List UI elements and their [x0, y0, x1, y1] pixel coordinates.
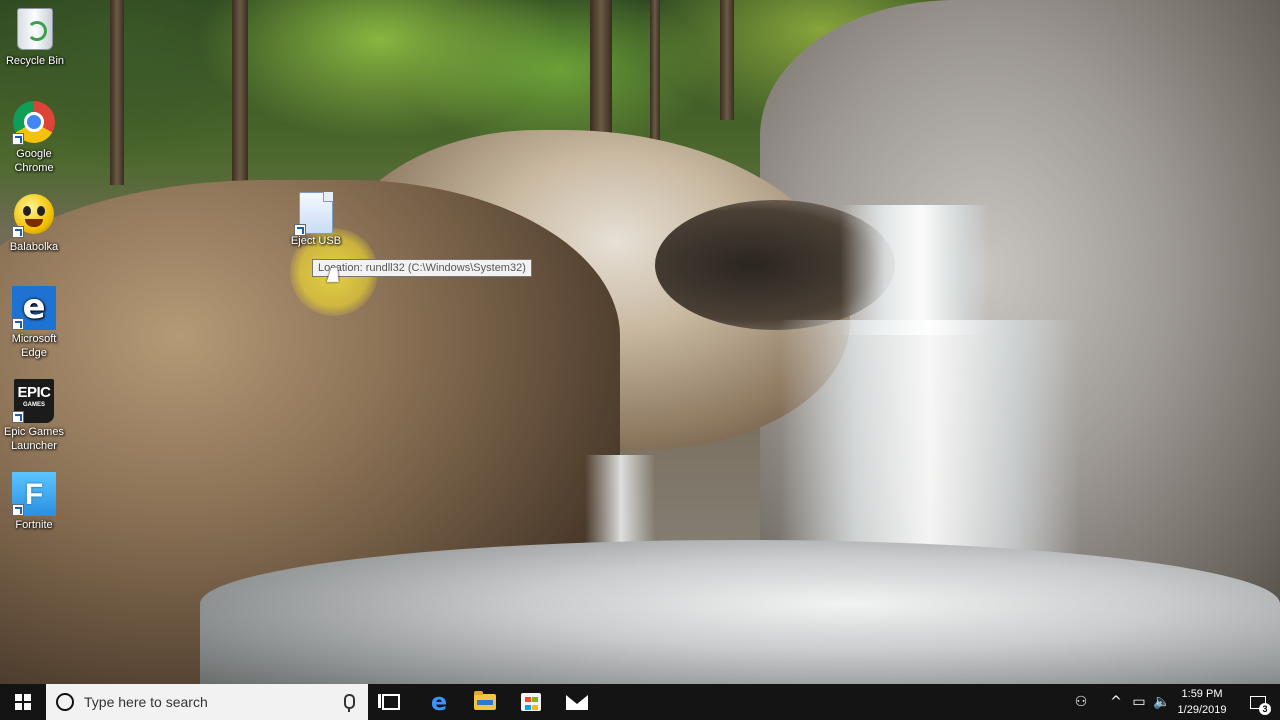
people-button[interactable]: ⚇	[1066, 684, 1096, 720]
microphone-icon[interactable]	[344, 694, 355, 712]
desktop-wallpaper	[0, 0, 1280, 684]
taskbar-mail-button[interactable]	[554, 684, 600, 720]
network-icon: ▭	[1132, 694, 1146, 710]
start-button[interactable]	[0, 684, 46, 720]
clock-date: 1/29/2019	[1177, 704, 1227, 716]
shortcut-arrow-icon	[12, 318, 24, 330]
store-bag-icon	[521, 693, 541, 711]
desktop-icon-label: Fortnite	[15, 519, 53, 531]
desktop-icon-label: Microsoft Edge	[11, 333, 57, 359]
icon-tooltip: Location: rundll32 (C:\Windows\System32)	[312, 259, 532, 277]
tree-trunk	[232, 0, 248, 190]
shortcut-arrow-icon	[12, 226, 24, 238]
taskbar: Type here to search e ⚇ ^ ▭ 🔈 1:59 PM 1/…	[0, 684, 1280, 720]
windows-logo-icon	[15, 694, 31, 710]
desktop-icon-label: Epic Games Launcher	[4, 426, 64, 452]
desktop-icon-microsoft-edge[interactable]: e Microsoft Edge	[0, 286, 72, 360]
taskbar-clock[interactable]: 1:59 PM 1/29/2019	[1170, 686, 1234, 718]
desktop-icon-label: Recycle Bin	[5, 55, 65, 67]
people-icon: ⚇	[1074, 694, 1088, 710]
speaker-icon: 🔈	[1153, 694, 1171, 710]
notification-badge: 3	[1259, 702, 1271, 715]
action-center-button[interactable]: 3	[1236, 684, 1280, 720]
taskbar-search-box[interactable]: Type here to search	[46, 684, 368, 720]
desktop-icon-label: Google Chrome	[14, 148, 54, 174]
shortcut-arrow-icon	[294, 224, 306, 236]
recycle-bin-icon	[13, 8, 57, 52]
search-placeholder: Type here to search	[84, 694, 208, 710]
balabolka-icon	[12, 194, 56, 238]
tree-trunk	[110, 0, 124, 185]
taskbar-edge-button[interactable]: e	[416, 684, 462, 720]
waterfall-upper	[840, 205, 990, 335]
tree-trunk	[590, 0, 612, 145]
tree-trunk	[720, 0, 734, 120]
desktop-icon-recycle-bin[interactable]: Recycle Bin	[0, 8, 73, 68]
desktop-icon-eject-usb[interactable]: Eject USB	[278, 192, 354, 248]
notification-icon: 3	[1250, 695, 1271, 715]
shortcut-arrow-icon	[12, 133, 24, 145]
folder-icon	[474, 691, 496, 710]
task-view-icon	[378, 694, 400, 710]
epic-games-icon: EPIC GAMES	[12, 379, 56, 423]
shortcut-arrow-icon	[12, 411, 24, 423]
network-button[interactable]: ▭	[1128, 684, 1150, 720]
shortcut-arrow-icon	[12, 504, 24, 516]
show-hidden-icons-button[interactable]: ^	[1104, 684, 1128, 720]
desktop-icon-fortnite[interactable]: F Fortnite	[0, 472, 72, 532]
desktop-icon-google-chrome[interactable]: Google Chrome	[0, 101, 72, 175]
mail-envelope-icon	[566, 694, 588, 710]
clock-time: 1:59 PM	[1181, 688, 1223, 700]
edge-icon: e	[430, 688, 448, 716]
document-shortcut-icon	[294, 192, 338, 236]
desktop-icon-epic-games-launcher[interactable]: EPIC GAMES Epic Games Launcher	[0, 379, 72, 453]
tree-trunk	[650, 0, 660, 140]
desktop-icon-label: Balabolka	[9, 241, 59, 253]
fortnite-icon: F	[12, 472, 56, 516]
task-view-button[interactable]	[368, 684, 414, 720]
desktop-icon-balabolka[interactable]: Balabolka	[0, 194, 72, 254]
edge-icon: e	[12, 286, 56, 330]
water-pool	[200, 540, 1280, 684]
taskbar-store-button[interactable]	[508, 684, 554, 720]
chevron-up-icon: ^	[1110, 694, 1122, 710]
taskbar-file-explorer-button[interactable]	[462, 684, 508, 720]
cortana-icon	[56, 693, 74, 711]
desktop-icon-label: Eject USB	[290, 235, 342, 247]
chrome-icon	[12, 101, 56, 145]
